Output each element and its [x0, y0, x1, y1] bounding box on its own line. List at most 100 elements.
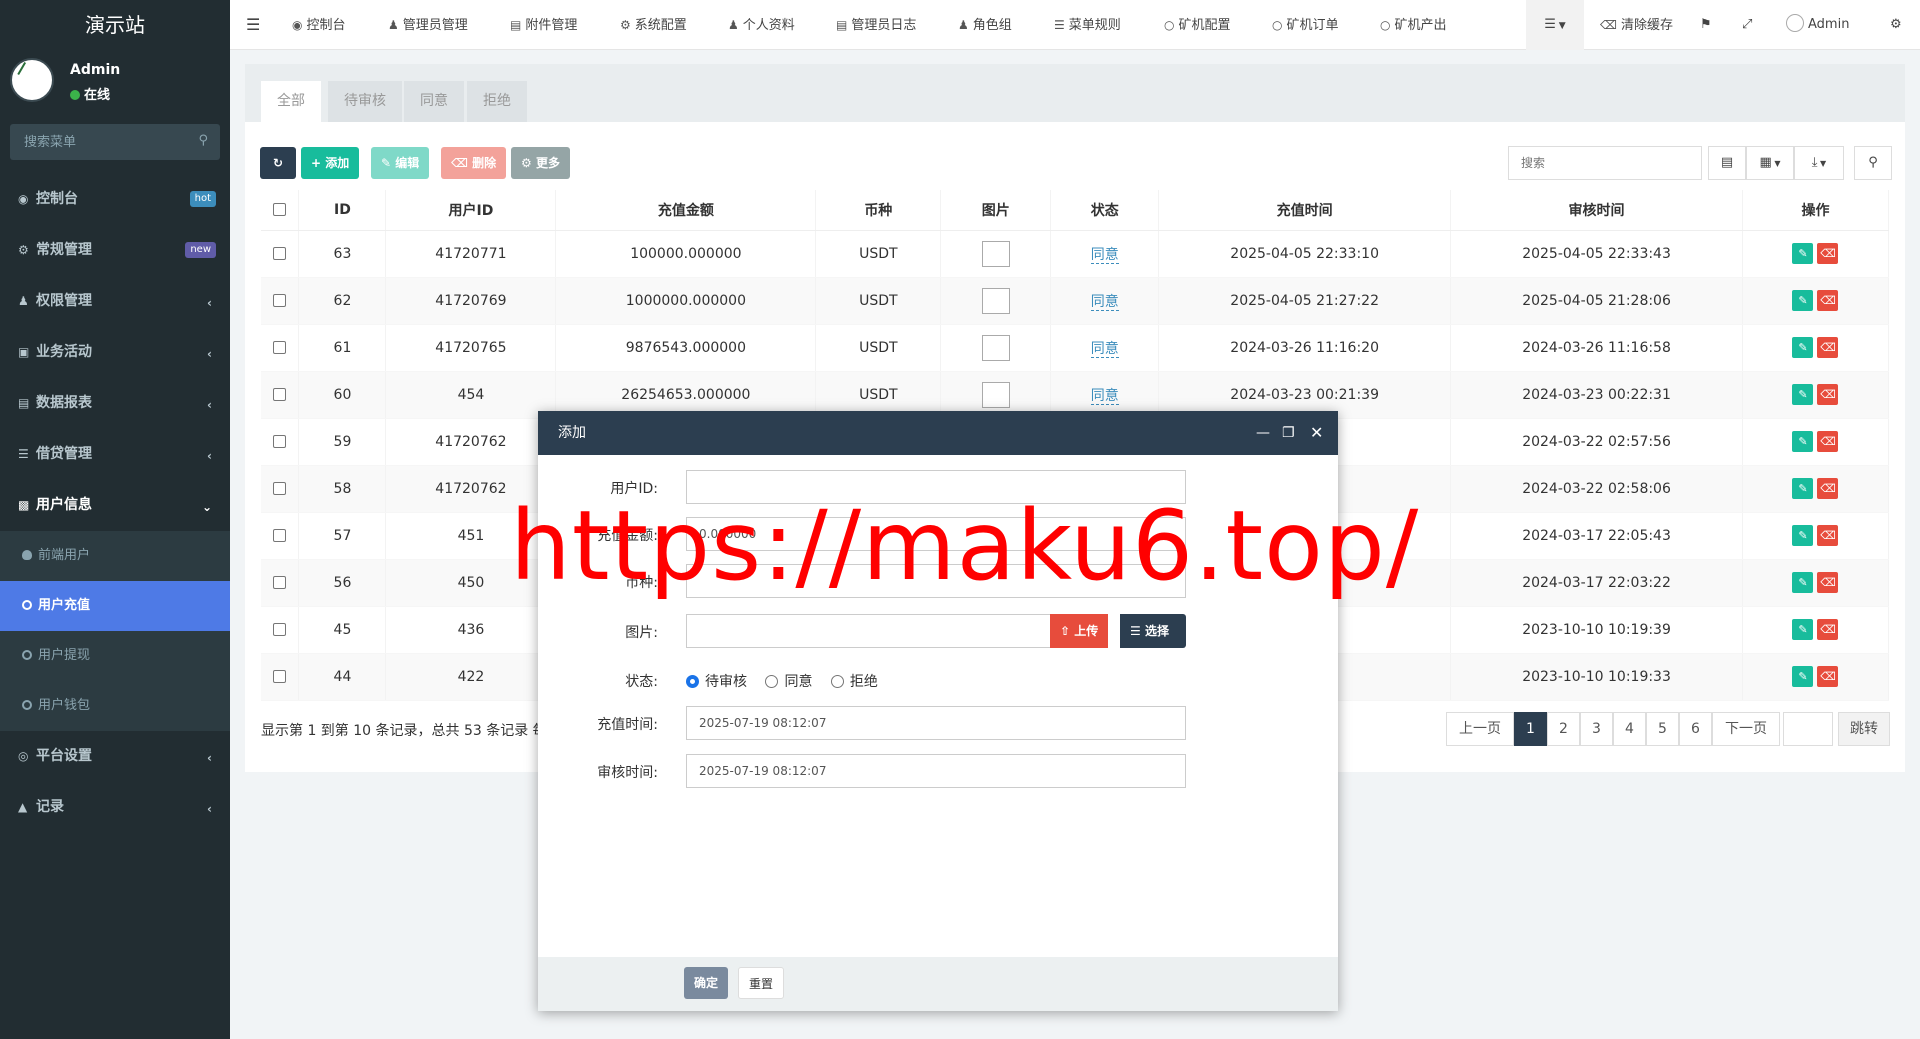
status-approved-label[interactable]: 同意 — [784, 674, 812, 690]
sidebar-item-auth[interactable]: ♟ 权限管理 ‹ — [0, 276, 230, 327]
image-input[interactable] — [686, 614, 1052, 648]
row-edit-button[interactable]: ✎ — [1792, 666, 1814, 687]
refresh-button[interactable]: ↻ — [260, 147, 296, 179]
close-icon[interactable]: ✕ — [1310, 411, 1323, 455]
language-icon[interactable]: ⚑ — [1700, 0, 1712, 50]
page-6-button[interactable]: 6 — [1679, 712, 1712, 746]
row-edit-button[interactable]: ✎ — [1792, 619, 1814, 640]
sidebar-item-business[interactable]: ▣ 业务活动 ‹ — [0, 327, 230, 378]
menu-search-input[interactable] — [10, 124, 220, 160]
select-all-checkbox[interactable] — [273, 203, 287, 217]
row-delete-button[interactable]: ⌫ — [1817, 572, 1839, 593]
sidebar-item-user-wallet[interactable]: 用户钱包 — [0, 681, 230, 731]
topnav-menu-dropdown[interactable]: ☰ ▼ — [1526, 0, 1584, 50]
row-edit-button[interactable]: ✎ — [1792, 290, 1814, 311]
row-checkbox[interactable] — [273, 247, 287, 260]
tab-pending[interactable]: 待审核 — [328, 81, 402, 122]
settings-cogs-icon[interactable]: ⚙ — [1890, 0, 1902, 50]
sidebar-item-platform-settings[interactable]: ◎ 平台设置 ‹ — [0, 731, 230, 782]
upload-button[interactable]: ⇧ 上传 — [1050, 614, 1109, 648]
brand-logo[interactable]: 演示站 — [0, 0, 230, 50]
sidebar-toggle-icon[interactable]: ☰ — [246, 0, 260, 50]
fullscreen-icon[interactable]: ⤢ — [1742, 0, 1752, 50]
row-edit-button[interactable]: ✎ — [1792, 431, 1814, 452]
col-audit-time[interactable]: 审核时间 — [1450, 190, 1743, 231]
jump-button[interactable]: 跳转 — [1838, 712, 1890, 746]
table-row[interactable]: 63 41720771 100000.000000 USDT 同意 2025-04-05 … — [261, 230, 1890, 278]
page-3-button[interactable]: 3 — [1580, 712, 1613, 746]
row-edit-button[interactable]: ✎ — [1792, 337, 1814, 358]
prev-page-button[interactable]: 上一页 — [1446, 712, 1514, 746]
topnav-dashboard[interactable]: ◉ 控制台 — [292, 0, 346, 50]
row-edit-button[interactable]: ✎ — [1792, 243, 1814, 264]
sidebar-item-frontend-users[interactable]: 前端用户 — [0, 531, 230, 581]
minimize-icon[interactable]: — — [1256, 411, 1270, 455]
row-checkbox[interactable] — [273, 294, 287, 307]
add-button[interactable]: + 添加 — [301, 147, 360, 179]
row-checkbox[interactable] — [273, 529, 287, 542]
row-checkbox[interactable] — [273, 623, 287, 636]
recharge-time-input[interactable] — [686, 706, 1186, 740]
confirm-button[interactable]: 确定 — [684, 967, 729, 999]
sidebar-item-general[interactable]: ⚙ 常规管理 new — [0, 225, 230, 276]
topnav-profile[interactable]: ♟ 个人资料 — [728, 0, 795, 50]
more-button[interactable]: ⚙ 更多 — [511, 147, 570, 179]
col-image[interactable]: 图片 — [940, 190, 1052, 231]
page-2-button[interactable]: 2 — [1547, 712, 1580, 746]
status-link[interactable]: 同意 — [1090, 293, 1119, 311]
status-rejected-label[interactable]: 拒绝 — [850, 674, 878, 690]
toggle-view-button[interactable]: ▤ — [1708, 146, 1746, 180]
edit-button[interactable]: ✎ 编辑 — [371, 147, 430, 179]
row-delete-button[interactable]: ⌫ — [1817, 525, 1839, 546]
topnav-admin-manage[interactable]: ♟ 管理员管理 — [388, 0, 468, 50]
row-checkbox[interactable] — [273, 388, 287, 401]
sidebar-item-reports[interactable]: ▤ 数据报表 ‹ — [0, 378, 230, 429]
export-button[interactable]: ⤓ ▼ — [1794, 146, 1844, 180]
sidebar-item-userinfo[interactable]: ▩ 用户信息 ⌄ — [0, 480, 230, 531]
admin-menu[interactable]: Admin — [1786, 0, 1849, 50]
row-checkbox[interactable] — [273, 576, 287, 589]
sidebar-item-records[interactable]: ▲ 记录 ‹ — [0, 782, 230, 833]
table-row[interactable]: 62 41720769 1000000.000000 USDT 同意 2025-04-05… — [261, 277, 1890, 325]
topnav-miner-config[interactable]: ○ 矿机配置 — [1164, 0, 1231, 50]
delete-button[interactable]: ⌫ 删除 — [441, 147, 507, 179]
row-checkbox[interactable] — [273, 482, 287, 495]
maximize-icon[interactable]: ❐ — [1282, 411, 1295, 455]
tab-rejected[interactable]: 拒绝 — [467, 81, 527, 122]
row-edit-button[interactable]: ✎ — [1792, 478, 1814, 499]
page-4-button[interactable]: 4 — [1613, 712, 1646, 746]
advanced-search-button[interactable]: ⚲ — [1854, 146, 1892, 180]
audit-time-input[interactable] — [686, 754, 1186, 788]
image-thumbnail[interactable] — [981, 334, 1010, 361]
col-id[interactable]: ID — [298, 190, 387, 231]
table-row[interactable]: 61 41720765 9876543.000000 USDT 同意 2024-03-26… — [261, 324, 1890, 372]
status-pending-radio[interactable] — [686, 675, 699, 688]
clear-cache-button[interactable]: ⌫ 清除缓存 — [1600, 0, 1673, 50]
sidebar-item-dashboard[interactable]: ◉ 控制台 hot — [0, 174, 230, 225]
row-delete-button[interactable]: ⌫ — [1817, 243, 1839, 264]
page-1-button[interactable]: 1 — [1514, 712, 1547, 746]
tab-approved[interactable]: 同意 — [404, 81, 464, 122]
row-delete-button[interactable]: ⌫ — [1817, 431, 1839, 452]
choose-button[interactable]: ☰ 选择 — [1120, 614, 1186, 648]
row-edit-button[interactable]: ✎ — [1792, 525, 1814, 546]
row-delete-button[interactable]: ⌫ — [1817, 478, 1839, 499]
row-checkbox[interactable] — [273, 341, 287, 354]
col-recharge-time[interactable]: 充值时间 — [1158, 190, 1452, 231]
image-thumbnail[interactable] — [981, 287, 1010, 314]
row-delete-button[interactable]: ⌫ — [1817, 337, 1839, 358]
col-currency[interactable]: 币种 — [815, 190, 942, 231]
topnav-admin-log[interactable]: ▤ 管理员日志 — [836, 0, 916, 50]
sidebar-item-user-recharge[interactable]: 用户充值 — [0, 581, 230, 631]
status-link[interactable]: 同意 — [1090, 340, 1119, 358]
columns-button[interactable]: ▦ ▼ — [1746, 146, 1794, 180]
col-status[interactable]: 状态 — [1050, 190, 1160, 231]
status-link[interactable]: 同意 — [1090, 246, 1119, 264]
row-delete-button[interactable]: ⌫ — [1817, 290, 1839, 311]
topnav-roles[interactable]: ♟ 角色组 — [958, 0, 1012, 50]
reset-button[interactable]: 重置 — [738, 967, 785, 999]
topnav-system-config[interactable]: ⚙ 系统配置 — [620, 0, 687, 50]
status-link[interactable]: 同意 — [1090, 387, 1119, 405]
tab-all[interactable]: 全部 — [261, 81, 321, 122]
row-checkbox[interactable] — [273, 670, 287, 683]
